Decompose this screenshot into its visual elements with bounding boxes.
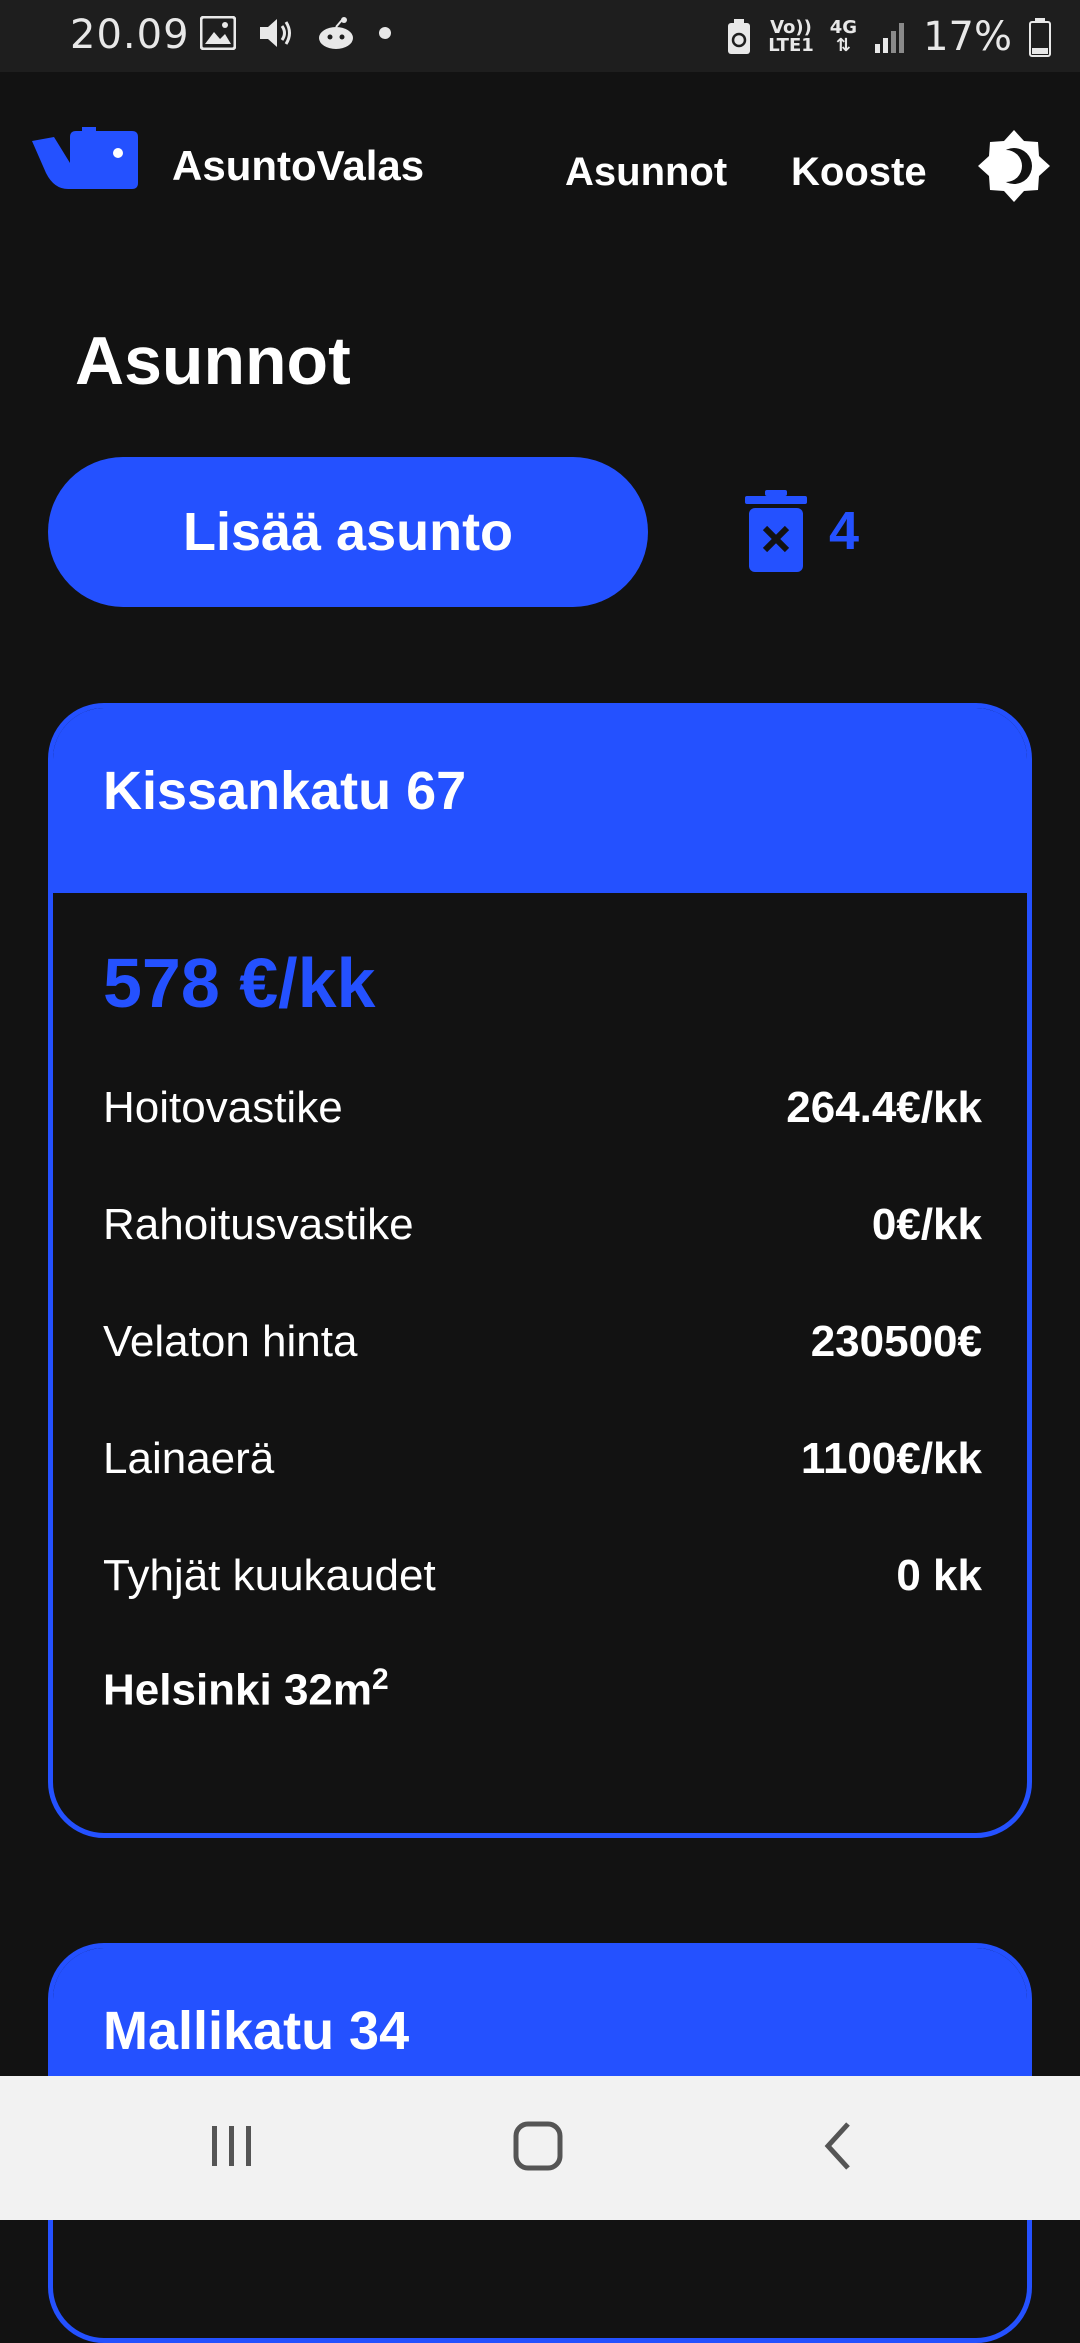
detail-value: 230500€	[810, 1317, 982, 1366]
apartment-card[interactable]: Kissankatu 67 578 €/kk Hoitovastike 264.…	[48, 703, 1032, 1838]
app-header: AsuntoValas Asunnot Kooste	[0, 72, 1080, 272]
signal-icon	[875, 23, 905, 53]
back-icon[interactable]	[818, 2116, 858, 2176]
detail-row: Velaton hinta 230500€	[103, 1317, 982, 1367]
detail-value: 0€/kk	[871, 1200, 982, 1249]
detail-label: Lainaerä	[103, 1434, 275, 1483]
page-title: Asunnot	[75, 323, 351, 399]
detail-value: 1100€/kk	[800, 1434, 982, 1483]
detail-row: Lainaerä 1100€/kk	[103, 1434, 982, 1484]
area-unit-superscript: 2	[372, 1663, 389, 1696]
detail-label: Tyhjät kuukaudet	[103, 1551, 436, 1600]
monthly-price: 578 €/kk	[103, 944, 376, 1022]
data-arrows-icon: ⇅	[835, 35, 851, 56]
trash-count: 4	[829, 501, 860, 561]
image-icon	[200, 16, 236, 50]
status-bar: 20.09 Vo)) LTE1 4G ⇅ 17%	[0, 0, 1080, 72]
nav-asunnot[interactable]: Asunnot	[565, 150, 727, 195]
detail-label: Hoitovastike	[103, 1083, 343, 1132]
dot-icon	[379, 27, 391, 39]
lte-label: LTE1	[768, 35, 814, 56]
detail-row: Rahoitusvastike 0€/kk	[103, 1200, 982, 1250]
recent-apps-icon[interactable]	[208, 2116, 256, 2176]
card-title: Kissankatu 67	[103, 761, 467, 821]
theme-toggle-icon[interactable]	[976, 128, 1052, 204]
detail-row: Hoitovastike 264.4€/kk	[103, 1083, 982, 1133]
trash-icon	[745, 490, 807, 572]
detail-label: Velaton hinta	[103, 1317, 358, 1366]
detail-value: 0 kk	[896, 1551, 982, 1600]
system-nav-bar	[0, 2076, 1080, 2220]
card-header: Kissankatu 67	[53, 708, 1027, 893]
brand-name[interactable]: AsuntoValas	[172, 142, 424, 190]
card-title: Mallikatu 34	[103, 2001, 410, 2061]
battery-percent: 17%	[923, 14, 1012, 60]
battery-icon	[1029, 18, 1051, 57]
home-icon[interactable]	[508, 2116, 568, 2176]
battery-saver-icon	[728, 19, 751, 54]
detail-row: Tyhjät kuukaudet 0 kk	[103, 1551, 982, 1601]
whale-logo-icon[interactable]	[32, 127, 140, 193]
add-apartment-button[interactable]: Lisää asunto	[48, 457, 648, 607]
status-time: 20.09	[70, 12, 190, 58]
detail-label: Rahoitusvastike	[103, 1200, 414, 1249]
nav-kooste[interactable]: Kooste	[791, 150, 927, 195]
location-size: Helsinki 32m2	[103, 1663, 389, 1716]
volume-icon	[260, 19, 291, 47]
reddit-icon	[319, 17, 353, 49]
location-text: Helsinki 32m	[103, 1665, 373, 1715]
trash-button[interactable]: 4	[745, 490, 859, 572]
detail-value: 264.4€/kk	[786, 1083, 982, 1132]
